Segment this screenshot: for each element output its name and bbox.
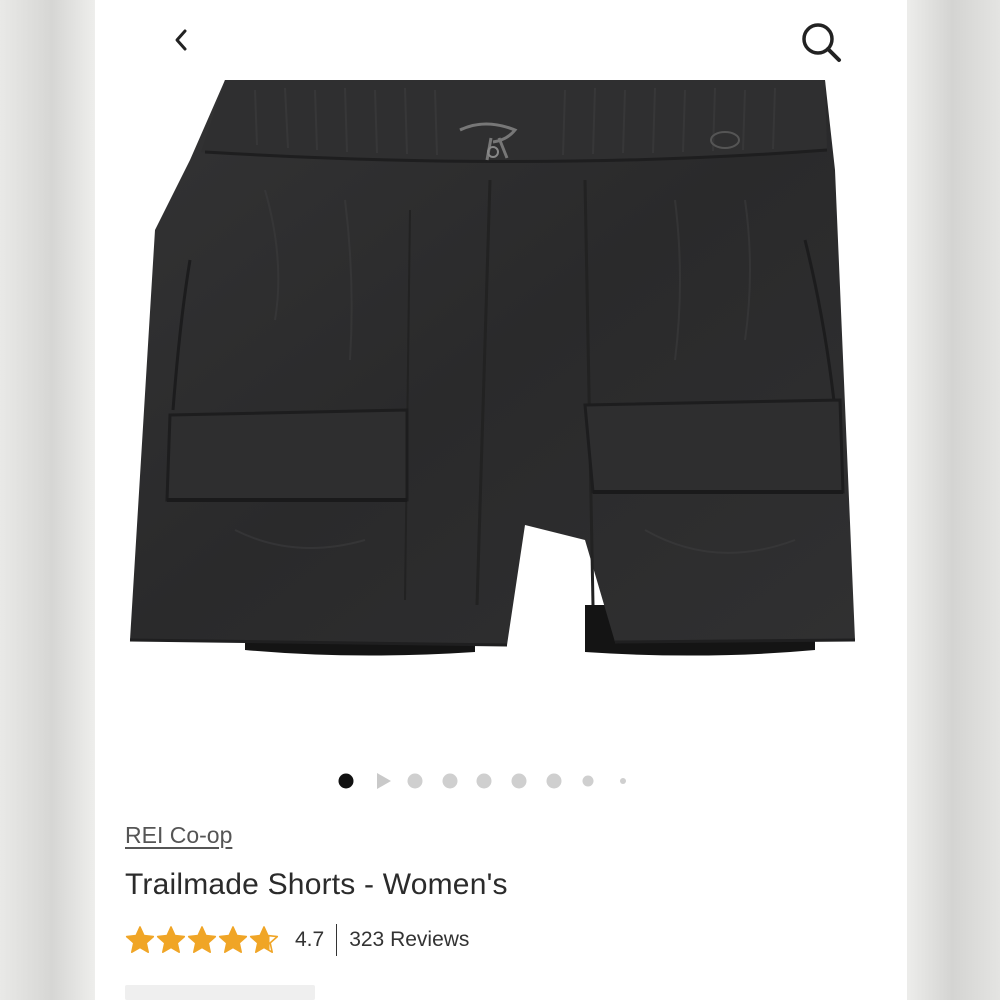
- right-background-blur: [905, 0, 1000, 1000]
- carousel-pagination[interactable]: [95, 770, 907, 792]
- rating-divider: [336, 924, 338, 956]
- rating-value: 4.7: [295, 928, 325, 951]
- reviews-link[interactable]: 323 Reviews: [349, 928, 469, 952]
- chevron-left-icon: [175, 29, 187, 51]
- carousel-dot[interactable]: [619, 778, 626, 784]
- star-icon: [249, 926, 279, 954]
- carousel-dot[interactable]: [476, 773, 492, 789]
- search-icon: [802, 23, 841, 62]
- product-image[interactable]: [115, 60, 856, 700]
- next-section-hint: [125, 985, 315, 1000]
- product-screen: REI Co-op Trailmade Shorts - Women's 4.7…: [95, 0, 907, 1000]
- product-title: Trailmade Shorts - Women's: [125, 868, 508, 901]
- left-background-blur: [0, 0, 95, 1000]
- carousel-video-indicator[interactable]: [376, 773, 391, 789]
- carousel-dot[interactable]: [407, 773, 423, 789]
- back-button[interactable]: [163, 20, 199, 60]
- search-button[interactable]: [795, 18, 847, 66]
- star-icon: [218, 926, 248, 954]
- shorts-illustration: [129, 80, 856, 656]
- carousel-dot[interactable]: [582, 775, 594, 787]
- carousel-dot[interactable]: [338, 773, 354, 789]
- carousel-dot[interactable]: [442, 773, 458, 789]
- rating-row[interactable]: 4.7 323 Reviews: [125, 922, 469, 958]
- star-icon: [125, 926, 155, 954]
- brand-link[interactable]: REI Co-op: [125, 822, 232, 849]
- carousel-dot[interactable]: [511, 773, 527, 789]
- carousel-dot[interactable]: [546, 773, 562, 789]
- star-icon: [187, 926, 217, 954]
- star-rating: [125, 925, 279, 955]
- star-icon: [156, 926, 186, 954]
